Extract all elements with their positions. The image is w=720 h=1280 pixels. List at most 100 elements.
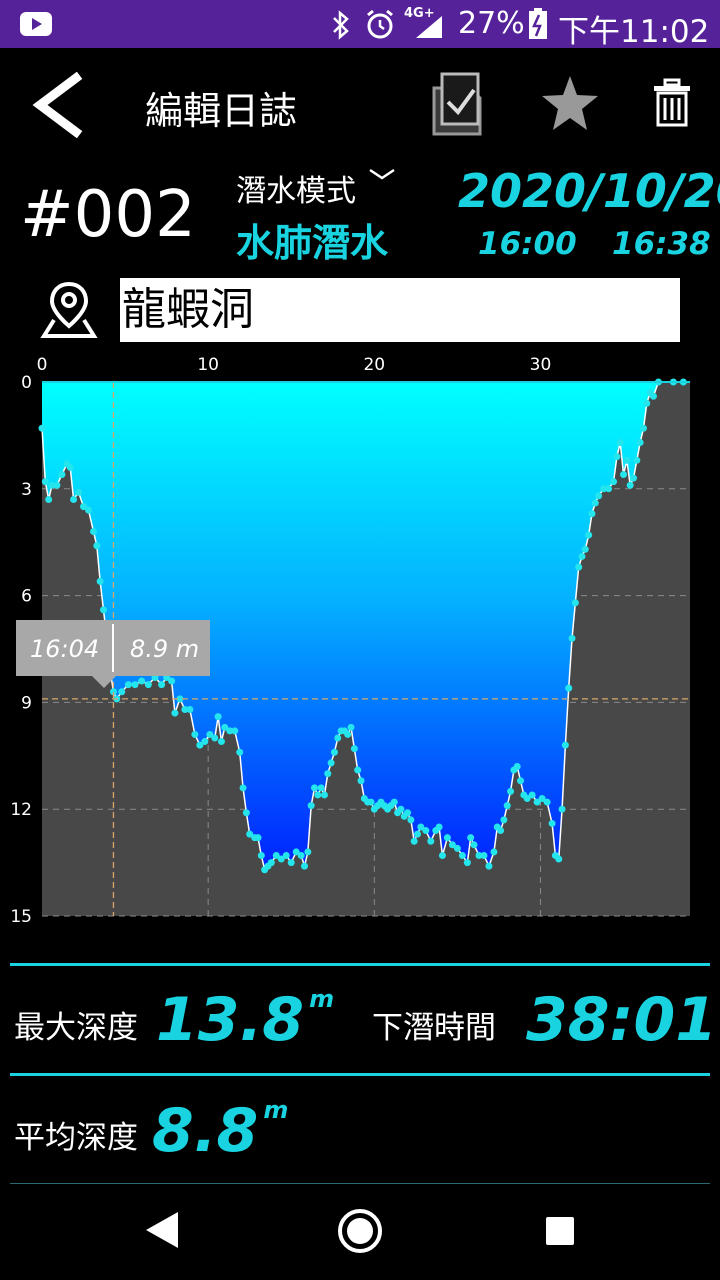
depth-point [497,827,505,835]
chevron-down-icon [368,168,395,180]
depth-point [124,681,132,689]
depth-point [480,851,488,859]
depth-point [131,681,139,689]
check-document-icon[interactable] [432,72,484,136]
tooltip-depth: 8.9 m [130,635,200,663]
y-tick-label: 12 [10,800,32,820]
depth-point [633,456,641,464]
depth-point [561,741,569,749]
depth-point [458,851,466,859]
chart-tooltip: 16:04 8.9 m [16,620,210,676]
divider-bottom [10,1183,710,1184]
star-icon[interactable] [540,74,600,132]
depth-point [191,730,199,738]
depth-point [513,762,521,770]
depth-point [438,851,446,859]
depth-point [90,528,98,536]
depth-point [528,791,536,799]
depth-point [158,681,166,689]
y-tick-label: 3 [21,480,32,500]
avg-depth-value: 8.8 [152,1096,259,1166]
depth-point [239,784,247,792]
depth-point [565,684,573,692]
depth-point [500,816,508,824]
dive-time-value: 38:01 [526,985,717,1055]
depth-point [357,777,365,785]
depth-point [267,859,275,867]
y-tick-label: 6 [21,587,32,607]
dive-date[interactable]: 2020/10/20 [458,164,720,218]
x-axis-ticks: 0 10 20 30 [37,355,552,375]
battery-icon [529,8,547,39]
depth-point [301,862,309,870]
dive-time-label: 下潛時間 [372,1010,496,1046]
max-depth-value: 13.8 [156,985,305,1055]
depth-point [591,499,599,507]
depth-point [354,766,362,774]
depth-point [334,734,342,742]
dive-mode-label: 潛水模式 [236,174,356,209]
depth-point [470,841,478,849]
depth-point [297,851,305,859]
depth-point [636,439,644,447]
dive-mode-selector[interactable]: 潛水模式 [236,166,396,210]
nav-home-icon[interactable] [338,1209,382,1253]
depth-point [41,478,49,486]
depth-point [397,805,405,813]
depth-point [217,738,225,746]
depth-point [507,787,515,795]
tooltip-time: 16:04 [30,635,100,663]
divider-top [10,963,710,966]
y-tick-label: 15 [10,907,32,925]
depth-point [138,677,146,685]
avg-depth-unit: m [263,1096,289,1124]
end-time[interactable]: 16:38 [612,226,711,262]
depth-point [453,844,461,852]
alarm-icon [367,9,393,39]
depth-point [585,531,593,539]
depth-point [314,791,322,799]
depth-point [568,634,576,642]
back-icon[interactable] [30,72,84,138]
dive-mode-value[interactable]: 水肺潛水 [236,212,388,267]
depth-point [324,770,332,778]
nav-back-icon[interactable] [146,1212,178,1248]
depth-point [517,777,525,785]
trash-icon[interactable] [652,78,692,128]
start-time[interactable]: 16:00 [478,226,577,262]
location-pin-icon [40,281,98,338]
depth-point [211,734,219,742]
depth-point [307,802,315,810]
depth-point [414,830,422,838]
depth-point [45,495,53,503]
depth-point [435,823,443,831]
depth-point [610,478,618,486]
depth-point [581,545,589,553]
depth-point [171,709,179,717]
y-tick-label: 0 [21,373,32,393]
depth-point [310,784,318,792]
depth-point [558,805,566,813]
dive-number: #002 [20,178,196,252]
depth-point [254,834,262,842]
depth-point [287,859,295,867]
nav-recents-icon[interactable] [546,1217,574,1245]
depth-point [578,552,586,560]
depth-point [626,481,634,489]
status-bar: 4G+ 27% 下午11:02 [0,0,720,50]
depth-point [503,802,511,810]
depth-point [75,488,83,496]
depth-point [236,748,244,756]
location-input[interactable]: 龍蝦洞 [120,278,680,342]
depth-point [93,542,101,550]
depth-point [186,706,194,714]
max-depth-unit: m [309,985,335,1013]
depth-point [38,424,46,432]
depth-point [410,837,418,845]
x-tick-label: 20 [363,355,385,375]
depth-point [643,399,651,407]
signal-icon [416,16,442,38]
depth-point [367,798,375,806]
depth-point [214,713,222,721]
depth-point [347,723,355,731]
